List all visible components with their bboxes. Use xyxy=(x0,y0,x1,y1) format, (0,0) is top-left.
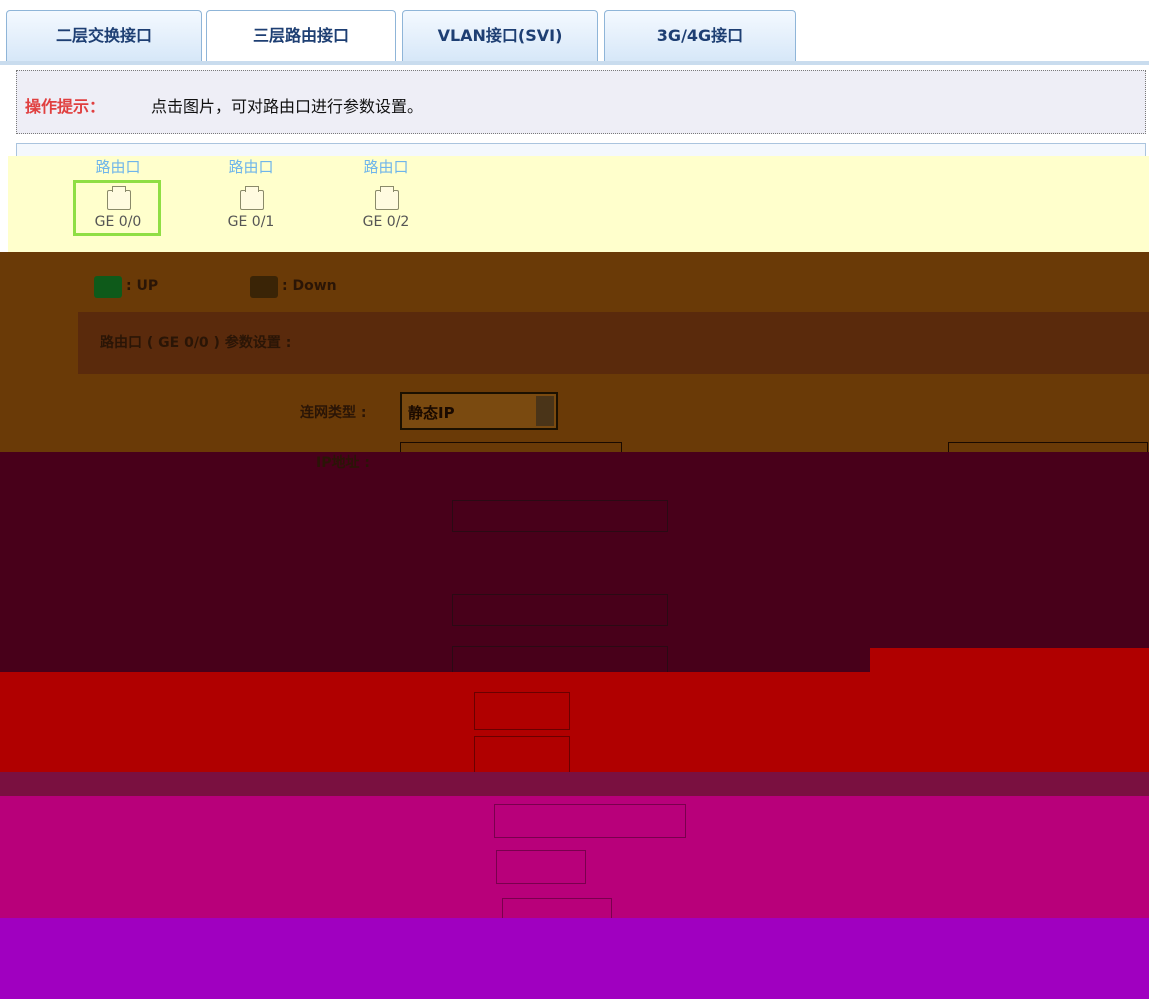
port-ge0-0[interactable]: 路由口 GE 0/0 xyxy=(73,156,161,236)
hint-text: 点击图片，可对路由口进行参数设置。 xyxy=(151,97,424,116)
conn-type-value: 静态IP xyxy=(408,404,455,422)
port-name: GE 0/1 xyxy=(227,214,275,230)
conn-type-select[interactable]: 静态IP xyxy=(400,392,558,430)
port-type-label: 路由口 xyxy=(363,158,409,176)
port-name: GE 0/2 xyxy=(362,214,410,230)
chevron-down-icon xyxy=(536,396,554,426)
operation-hint: 操作提示： 点击图片，可对路由口进行参数设置。 xyxy=(16,70,1146,134)
tab-label: VLAN接口(SVI) xyxy=(437,26,563,45)
ethernet-port-icon xyxy=(240,186,264,210)
tab-bar-divider xyxy=(0,61,1149,65)
conn-type-label: 连网类型 : xyxy=(300,405,367,421)
legend-down-label: : Down xyxy=(282,278,337,294)
gateway-input[interactable] xyxy=(452,594,668,626)
port-strip xyxy=(8,156,1149,252)
glitch-band xyxy=(0,452,1149,672)
section-title: 路由口 ( GE 0/0 ) 参数设置 : xyxy=(100,335,292,351)
tab-layer3-routed-ports[interactable]: 三层路由接口 xyxy=(206,10,396,62)
tab-label: 三层路由接口 xyxy=(252,26,349,45)
glitch-band xyxy=(0,918,1149,999)
isp-select[interactable] xyxy=(494,804,686,838)
port-type-label: 路由口 xyxy=(228,158,274,176)
bandwidth-up-input[interactable] xyxy=(474,692,570,730)
tab-layer2-switch-ports[interactable]: 二层交换接口 xyxy=(6,10,202,62)
enable-select[interactable] xyxy=(496,850,586,884)
bandwidth-down-input[interactable] xyxy=(474,736,570,774)
mask-input[interactable] xyxy=(452,500,668,532)
port-down-icon xyxy=(250,276,278,298)
port-up-icon xyxy=(94,276,122,298)
legend-up-label: : UP xyxy=(126,278,159,294)
port-type-label: 路由口 xyxy=(95,158,141,176)
hint-label: 操作提示： xyxy=(25,97,106,116)
ethernet-port-icon xyxy=(375,186,399,210)
port-ge0-2[interactable]: 路由口 GE 0/2 xyxy=(343,156,429,236)
ip-label: IP地址 : xyxy=(316,455,370,471)
glitch-band xyxy=(870,648,1149,672)
port-ge0-1[interactable]: 路由口 GE 0/1 xyxy=(208,156,294,236)
port-name: GE 0/0 xyxy=(94,214,142,230)
glitch-band xyxy=(0,672,1149,772)
tab-label: 3G/4G接口 xyxy=(656,26,744,45)
glitch-band xyxy=(0,772,1149,796)
tab-vlan-svi[interactable]: VLAN接口(SVI) xyxy=(402,10,598,62)
tab-label: 二层交换接口 xyxy=(55,26,152,45)
ethernet-port-icon xyxy=(107,186,131,210)
tab-3g-4g[interactable]: 3G/4G接口 xyxy=(604,10,796,62)
